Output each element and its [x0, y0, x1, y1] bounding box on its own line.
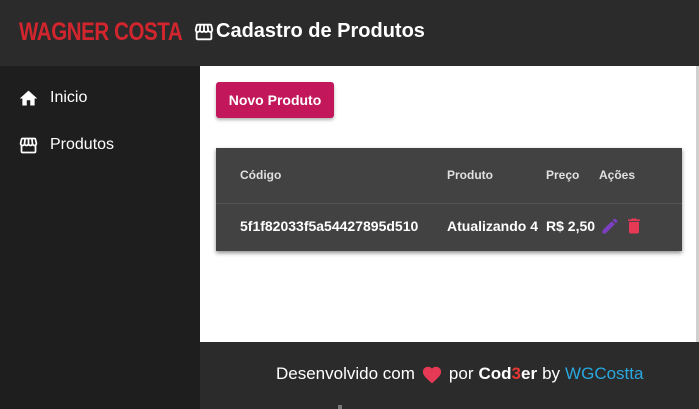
column-header-codigo: Código	[240, 168, 282, 182]
heart-icon	[421, 364, 443, 384]
products-table: Código Produto Preço Ações 5f1f82033f5a5…	[216, 148, 682, 251]
cell-preco: R$ 2,50	[546, 218, 596, 234]
delete-icon[interactable]	[624, 216, 644, 236]
brand-name: Cod3er	[478, 364, 538, 383]
main-content: Novo Produto Código Produto Preço Ações …	[200, 66, 699, 342]
page-header: Cadastro de Produtos	[193, 20, 425, 43]
column-header-produto: Produto	[447, 168, 493, 182]
footer-text-by: by	[542, 364, 561, 383]
row-divider	[216, 203, 682, 204]
sidebar-item-inicio[interactable]: Inicio	[0, 78, 200, 118]
resize-handle	[338, 405, 342, 409]
sidebar-item-produtos[interactable]: Produtos	[0, 125, 200, 165]
store-icon	[18, 135, 39, 156]
footer-credits: Desenvolvido com por Cod3er by WGCostta	[276, 364, 643, 384]
footer-text-por: por	[448, 364, 474, 383]
edit-icon[interactable]	[600, 216, 620, 236]
logo[interactable]: WAGNER COSTA	[19, 18, 183, 47]
footer-text-before: Desenvolvido com	[276, 364, 415, 383]
author-link[interactable]: WGCostta	[565, 364, 643, 384]
cell-produto: Atualizando 4	[447, 218, 539, 234]
column-header-acoes: Ações	[599, 168, 636, 182]
cell-codigo: 5f1f82033f5a54427895d510	[240, 218, 419, 234]
sidebar: Inicio Produtos	[0, 66, 200, 409]
home-icon	[18, 88, 39, 109]
top-bar: WAGNER COSTA Cadastro de Produtos	[0, 0, 699, 66]
footer: Desenvolvido com por Cod3er by WGCostta	[200, 342, 699, 409]
store-icon	[193, 21, 215, 43]
sidebar-item-label: Produtos	[50, 136, 115, 153]
sidebar-item-label: Inicio	[50, 89, 88, 106]
column-header-preco: Preço	[546, 168, 580, 182]
new-product-button[interactable]: Novo Produto	[216, 82, 334, 118]
page-title: Cadastro de Produtos	[216, 20, 425, 42]
